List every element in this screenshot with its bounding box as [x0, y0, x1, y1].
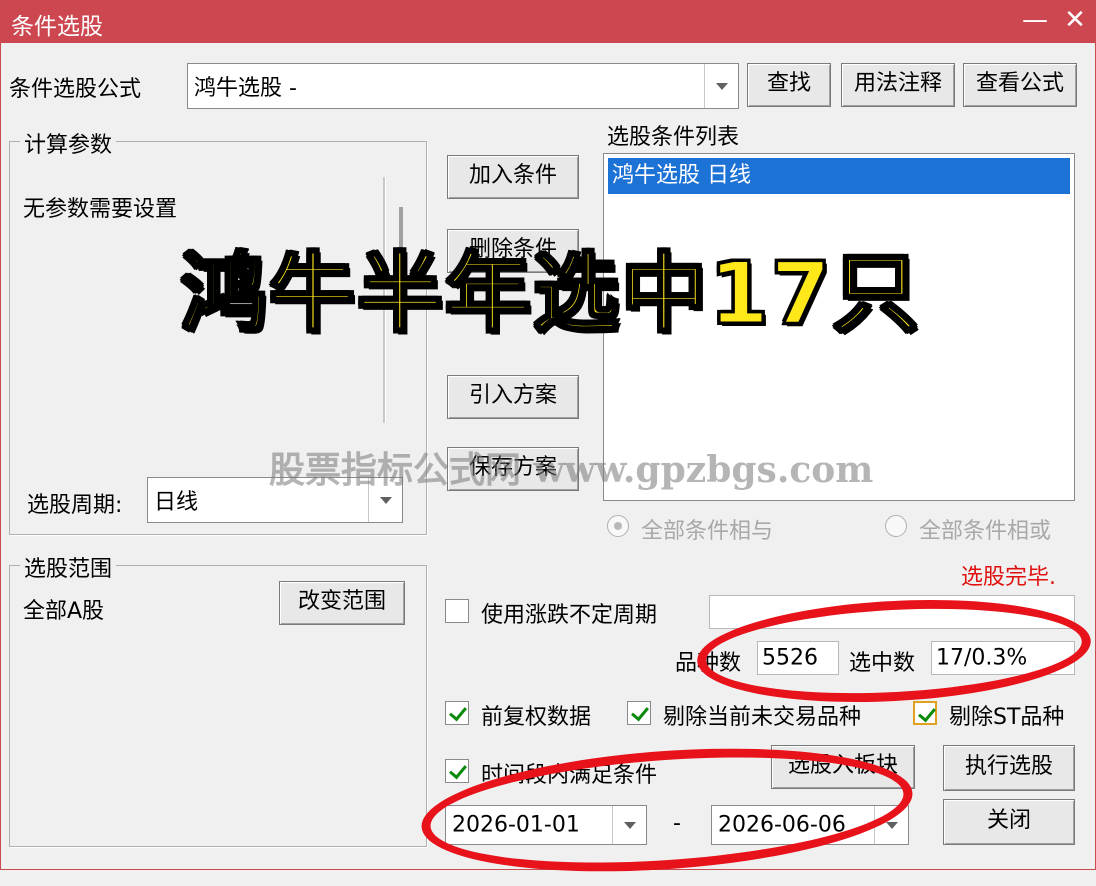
status-done-text: 选股完毕. [961, 565, 1056, 590]
prev-adjust-label: 前复权数据 [481, 705, 592, 730]
range-group-label: 选股范围 [20, 551, 117, 583]
title-bar: 条件选股 — ✕ [1, 1, 1095, 43]
no-params-text: 无参数需要设置 [23, 197, 178, 222]
period-select-value: 日线 [154, 490, 199, 515]
chevron-down-icon[interactable] [704, 64, 738, 108]
minimize-icon[interactable]: — [1015, 3, 1055, 39]
prev-adjust-checkbox[interactable] [445, 701, 469, 725]
formula-label: 条件选股公式 [9, 77, 142, 102]
list-item[interactable]: 鸿牛选股 日线 [608, 158, 1070, 194]
find-button[interactable]: 查找 [747, 63, 831, 107]
watermark-text: 股票指标公式网 www.gpzbgs.com [269, 449, 874, 491]
formula-select[interactable]: 鸿牛选股 - [187, 63, 739, 109]
import-plan-button[interactable]: 引入方案 [447, 375, 579, 419]
period-label: 选股周期: [27, 493, 123, 518]
execute-screen-button[interactable]: 执行选股 [943, 745, 1075, 791]
use-float-period-checkbox[interactable] [445, 599, 469, 623]
radio-and-label: 全部条件相与 [641, 519, 774, 544]
params-group-label: 计算参数 [20, 127, 117, 159]
use-float-period-label: 使用涨跌不定周期 [481, 603, 658, 628]
window-title: 条件选股 [11, 14, 103, 40]
usage-notes-button[interactable]: 用法注释 [841, 63, 955, 107]
add-condition-button[interactable]: 加入条件 [447, 155, 579, 199]
conditions-list-label: 选股条件列表 [607, 125, 740, 150]
close-icon[interactable]: ✕ [1055, 3, 1095, 39]
exclude-untraded-label: 剔除当前未交易品种 [663, 705, 862, 730]
exclude-untraded-checkbox[interactable] [627, 701, 651, 725]
change-range-button[interactable]: 改变范围 [279, 581, 405, 625]
range-value: 全部A股 [23, 599, 105, 624]
radio-or-label: 全部条件相或 [919, 519, 1052, 544]
time-range-checkbox[interactable] [445, 759, 469, 783]
radio-and[interactable] [607, 515, 629, 537]
stock-screener-dialog: 条件选股 — ✕ 条件选股公式 鸿牛选股 - 查找 用法注释 查看公式 计算参数… [0, 0, 1096, 886]
view-formula-button[interactable]: 查看公式 [963, 63, 1077, 107]
formula-select-value: 鸿牛选股 - [194, 76, 297, 101]
exclude-st-label: 剔除ST品种 [949, 705, 1065, 730]
close-button[interactable]: 关闭 [943, 799, 1075, 845]
radio-or[interactable] [885, 515, 907, 537]
exclude-st-checkbox[interactable] [913, 701, 937, 725]
headline-overlay: 鸿牛半年选中17只 [180, 243, 921, 346]
